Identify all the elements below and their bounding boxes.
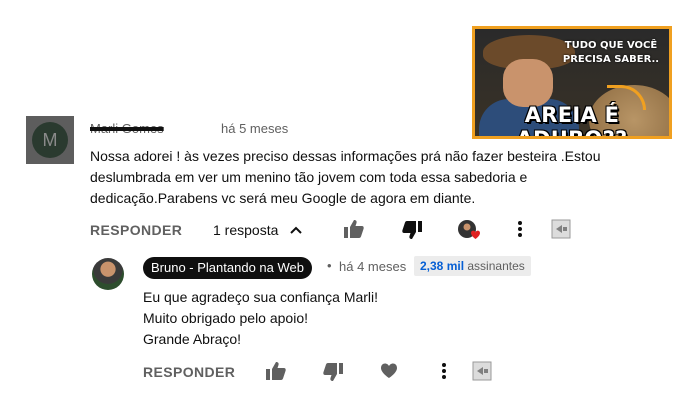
more-vert-icon[interactable] [517, 220, 523, 238]
video-thumbnail[interactable]: TUDO QUE VOCÊ PRECISA SABER.. AREIA É AD… [472, 26, 672, 139]
extension-icon[interactable] [551, 219, 571, 239]
reply-author-chip[interactable]: Bruno - Plantando na Web [143, 257, 312, 279]
reply-time[interactable]: há 4 meses [339, 259, 406, 274]
reply-text-line: Grande Abraço! [143, 331, 242, 347]
reply-text-line: Muito obrigado pelo apoio! [143, 310, 309, 326]
thumbs-up-icon[interactable] [344, 220, 364, 238]
reply-text: Eu que agradeço sua confiança Marli! Mui… [143, 287, 543, 350]
comment-text-line: deslumbrada em ver um menino tão jovem c… [90, 169, 528, 185]
thumbnail-big-text: AREIA É ADUBO?? [516, 103, 628, 139]
thumbs-up-icon[interactable] [266, 362, 286, 380]
more-vert-icon[interactable] [441, 362, 447, 380]
chevron-up-icon [290, 226, 303, 234]
commenter-avatar[interactable]: M [26, 116, 74, 164]
replies-toggle[interactable]: 1 resposta [213, 222, 303, 238]
thumbnail-top-text: TUDO QUE VOCÊ PRECISA SABER.. [561, 39, 661, 67]
reply-text-line: Eu que agradeço sua confiança Marli! [143, 289, 379, 305]
comment-text: Nossa adorei ! às vezes preciso dessas i… [90, 146, 630, 209]
heart-icon[interactable] [380, 363, 398, 379]
avatar-initial: M [32, 122, 68, 158]
reply-author-avatar[interactable] [92, 258, 124, 290]
subscriber-label: assinantes [467, 259, 525, 273]
creator-heart-icon [457, 219, 483, 241]
comment-author-name: Marli Gomes [90, 121, 164, 136]
extension-icon[interactable] [472, 361, 492, 381]
subscriber-count-badge: 2,38 mil assinantes [414, 256, 531, 276]
reply-reply-button[interactable]: RESPONDER [143, 364, 235, 380]
comment-author[interactable]: Marli Gomes [90, 121, 164, 136]
thumbnail-top-line2: PRECISA SABER.. [562, 54, 660, 65]
replies-count: 1 resposta [213, 222, 279, 238]
separator-dot: • [327, 258, 332, 273]
thumbs-down-icon[interactable] [323, 363, 343, 381]
subscriber-count: 2,38 mil [420, 259, 465, 273]
thumbnail-face-shape [503, 59, 553, 107]
comment-text-line: dedicação.Parabens vc será meu Google de… [90, 190, 476, 206]
thumbnail-top-line1: TUDO QUE VOCÊ [564, 40, 658, 51]
thumbs-down-icon[interactable] [402, 221, 422, 239]
comment-text-line: Nossa adorei ! às vezes preciso dessas i… [90, 148, 601, 164]
reply-button[interactable]: RESPONDER [90, 222, 182, 238]
comment-time[interactable]: há 5 meses [221, 121, 288, 136]
